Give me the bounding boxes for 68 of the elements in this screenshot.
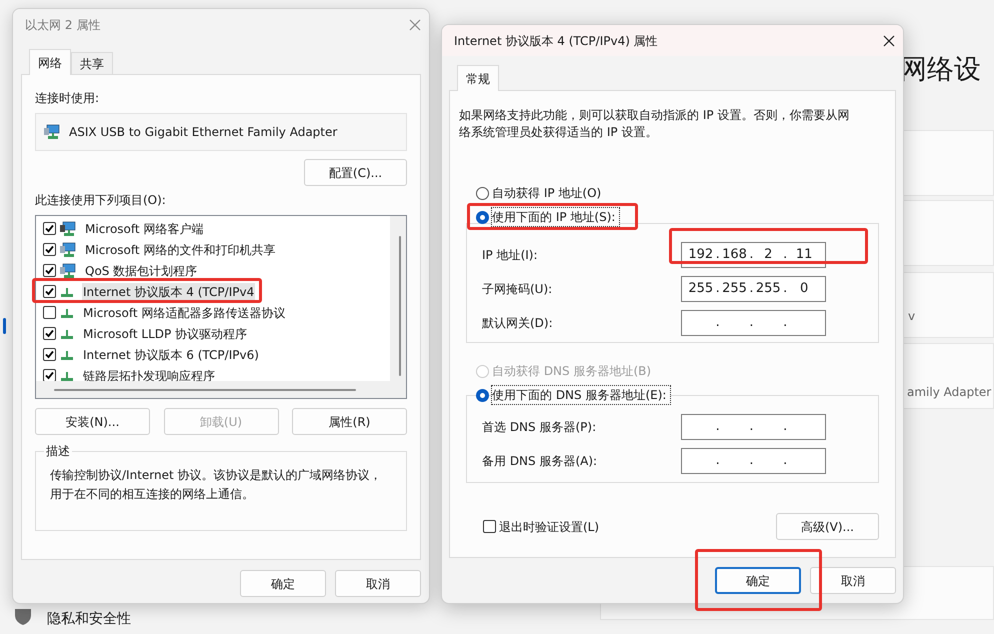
ip-address-field[interactable]: . . . [681,448,826,474]
dialog-button[interactable]: 属性(R) [292,408,407,435]
dialog-button[interactable]: 配置(C)... [304,159,407,186]
intro-text: 如果网络支持此功能，则可以获取自动指派的 IP 设置。否则，你需要从网络系统管理员处获得适当的 IP 设置。 [458,107,850,141]
radio-button[interactable] [476,388,489,402]
checkbox[interactable] [43,243,56,256]
checkbox[interactable] [43,285,56,298]
checkbox[interactable] [43,348,56,361]
close-icon[interactable] [883,34,895,46]
nav-indicator [3,318,6,334]
ip-address-field[interactable]: . . . [681,310,826,336]
field-label: IP 地址(I): [482,247,538,264]
description-text: 传输控制协议/Internet 协议。该协议是默认的广域网络协议，用于在不同的相互连接的网络上通信。 [50,467,383,503]
shield-icon [14,609,32,625]
radio-button[interactable] [476,210,489,224]
radio-label[interactable]: 使用下面的 DNS 服务器地址(E): [492,386,670,404]
card-text: amily Adapter [907,384,992,401]
tab[interactable]: 网络 [29,49,71,75]
radio-label[interactable]: 使用下面的 IP 地址(S): [492,208,620,226]
adapter-name: ASIX USB to Gigabit Ethernet Family Adapter [69,124,338,141]
dialog-button[interactable]: 取消 [335,570,421,597]
ip-address-field[interactable]: . . . [681,414,826,440]
network-computer-icon [44,124,60,140]
dialog-button[interactable]: 确定 [240,570,326,597]
checkbox[interactable] [43,222,56,235]
checkbox[interactable] [43,369,56,381]
field-label: 首选 DNS 服务器(P): [482,419,596,436]
checkbox[interactable] [43,264,56,277]
sidebar-item[interactable]: 隐私和安全性 [47,609,131,630]
dialog-button[interactable]: 安装(N)... [35,408,150,435]
ip-address-field[interactable]: 255 . 255 . 255 . 0 [681,276,826,302]
group-label: 描述 [44,442,72,460]
dialog-button[interactable]: 确定 [715,567,801,594]
network-protocol-icon [60,370,74,381]
window-title: Internet 协议版本 4 (TCP/IPv4) 属性 [454,32,658,50]
scrollbar-thumb[interactable] [399,236,401,376]
network-computer-icon [60,242,76,258]
dialog-button[interactable]: 取消 [810,567,896,594]
network-protocol-icon [60,348,74,360]
tab[interactable]: 共享 [71,52,113,74]
checkbox-label[interactable]: 退出时验证设置(L) [499,518,600,536]
checkbox[interactable] [43,327,56,340]
list-item[interactable]: 链路层拓扑发现响应程序 [82,366,216,381]
network-computer-icon [60,262,76,278]
field-label: 默认网关(D): [482,315,553,332]
network-computer-icon [60,220,76,236]
scrollbar-thumb[interactable] [54,389,356,391]
list-item[interactable]: Internet 协议版本 4 (TCP/IPv4 [82,282,256,300]
list-item[interactable]: QoS 数据包计划程序 [84,262,198,280]
list-item[interactable]: Microsoft LLDP 协议驱动程序 [82,324,248,342]
window-title: 以太网 2 属性 [25,16,100,34]
field-label: 子网掩码(U): [482,281,552,298]
list-item[interactable]: Microsoft 网络适配器多路传送器协议 [82,304,286,322]
tab[interactable]: 常规 [457,65,499,91]
list-item[interactable]: Microsoft 网络客户端 [84,220,204,238]
list-item[interactable]: Internet 协议版本 6 (TCP/IPv6) [82,346,260,364]
network-protocol-icon [60,286,74,298]
radio-button[interactable] [476,186,489,200]
dialog-button[interactable]: 高级(V)... [776,513,879,540]
checkbox[interactable] [483,520,496,533]
field-label: 备用 DNS 服务器(A): [482,453,598,470]
section-label: 此连接使用下列项目(O): [35,192,167,209]
checkbox[interactable] [43,306,56,319]
list-item[interactable]: Microsoft 网络的文件和打印机共享 [84,240,276,258]
section-label: 连接时使用: [35,90,100,107]
network-protocol-icon [60,328,74,340]
card-text: v [908,308,916,325]
network-protocol-icon [60,306,74,318]
